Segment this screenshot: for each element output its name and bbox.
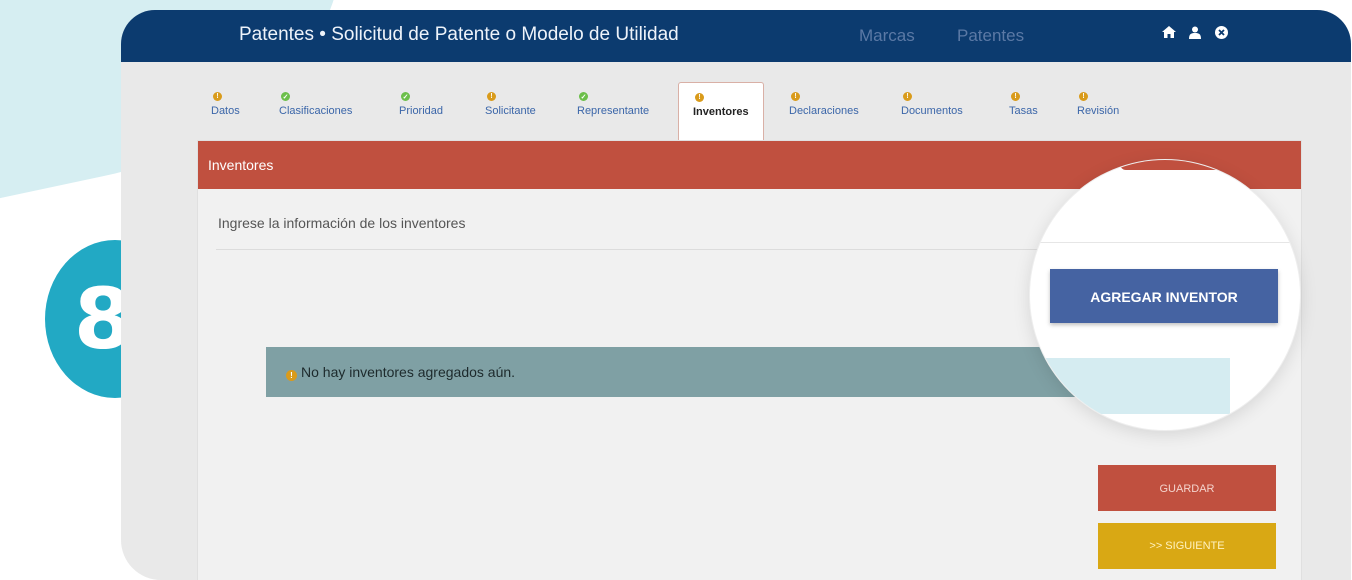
zoom-header-edge — [1120, 160, 1270, 170]
zoom-magnifier: AGREGAR INVENTOR — [1030, 160, 1300, 430]
tab-label: Revisión — [1077, 105, 1120, 117]
tab-inventores[interactable]: ! Inventores — [678, 82, 764, 140]
warning-icon: ! — [1079, 92, 1088, 101]
tab-representante[interactable]: ✓ Representante — [577, 82, 649, 140]
tab-label: Prioridad — [399, 105, 444, 117]
top-navbar: Patentes • Solicitud de Patente o Modelo… — [121, 10, 1351, 62]
home-icon[interactable] — [1161, 24, 1177, 40]
tab-solicitante[interactable]: ! Solicitante — [485, 82, 536, 140]
tab-label: Tasas — [1009, 105, 1038, 117]
tab-documentos[interactable]: ! Documentos — [901, 82, 963, 140]
zoom-notice-edge — [1030, 358, 1230, 414]
tab-clasificaciones[interactable]: ✓ Clasificaciones — [279, 82, 352, 140]
add-inventor-button[interactable]: AGREGAR INVENTOR — [1050, 269, 1278, 323]
warning-icon: ! — [903, 92, 912, 101]
tab-prioridad[interactable]: ✓ Prioridad — [399, 82, 443, 140]
tab-label: Solicitante — [485, 105, 536, 117]
top-icons — [1161, 24, 1229, 40]
warning-icon: ! — [487, 92, 496, 101]
info-icon: ! — [286, 370, 297, 381]
nav-link-patentes[interactable]: Patentes — [957, 26, 1024, 46]
nav-link-marcas[interactable]: Marcas — [859, 26, 915, 46]
tab-label: Clasificaciones — [279, 105, 353, 117]
save-button[interactable]: GUARDAR — [1098, 465, 1276, 511]
notice-text: No hay inventores agregados aún. — [301, 364, 516, 380]
next-button[interactable]: >> SIGUIENTE — [1098, 523, 1276, 569]
warning-icon: ! — [1011, 92, 1020, 101]
app-title: Patentes • Solicitud de Patente o Modelo… — [239, 24, 679, 45]
warning-icon: ! — [213, 92, 222, 101]
tab-declaraciones[interactable]: ! Declaraciones — [789, 82, 859, 140]
warning-icon: ! — [791, 92, 800, 101]
check-icon: ✓ — [579, 92, 588, 101]
tab-datos[interactable]: ! Datos — [211, 82, 240, 140]
zoom-divider — [1030, 242, 1300, 243]
tab-label: Inventores — [693, 106, 749, 118]
tab-label: Datos — [211, 105, 240, 117]
tab-label: Documentos — [901, 105, 963, 117]
tab-label: Declaraciones — [789, 105, 859, 117]
check-icon: ✓ — [281, 92, 290, 101]
user-icon[interactable] — [1187, 24, 1203, 40]
panel-intro: Ingrese la información de los inventores — [218, 215, 466, 231]
tab-label: Representante — [577, 105, 650, 117]
tab-tasas[interactable]: ! Tasas — [1009, 82, 1038, 140]
warning-icon: ! — [695, 93, 704, 102]
check-icon: ✓ — [401, 92, 410, 101]
close-circle-icon[interactable] — [1213, 24, 1229, 40]
step-tabs: ! Datos ✓ Clasificaciones ✓ Prioridad ! Soli… — [197, 82, 1302, 140]
tab-revision[interactable]: ! Revisión — [1077, 82, 1119, 140]
